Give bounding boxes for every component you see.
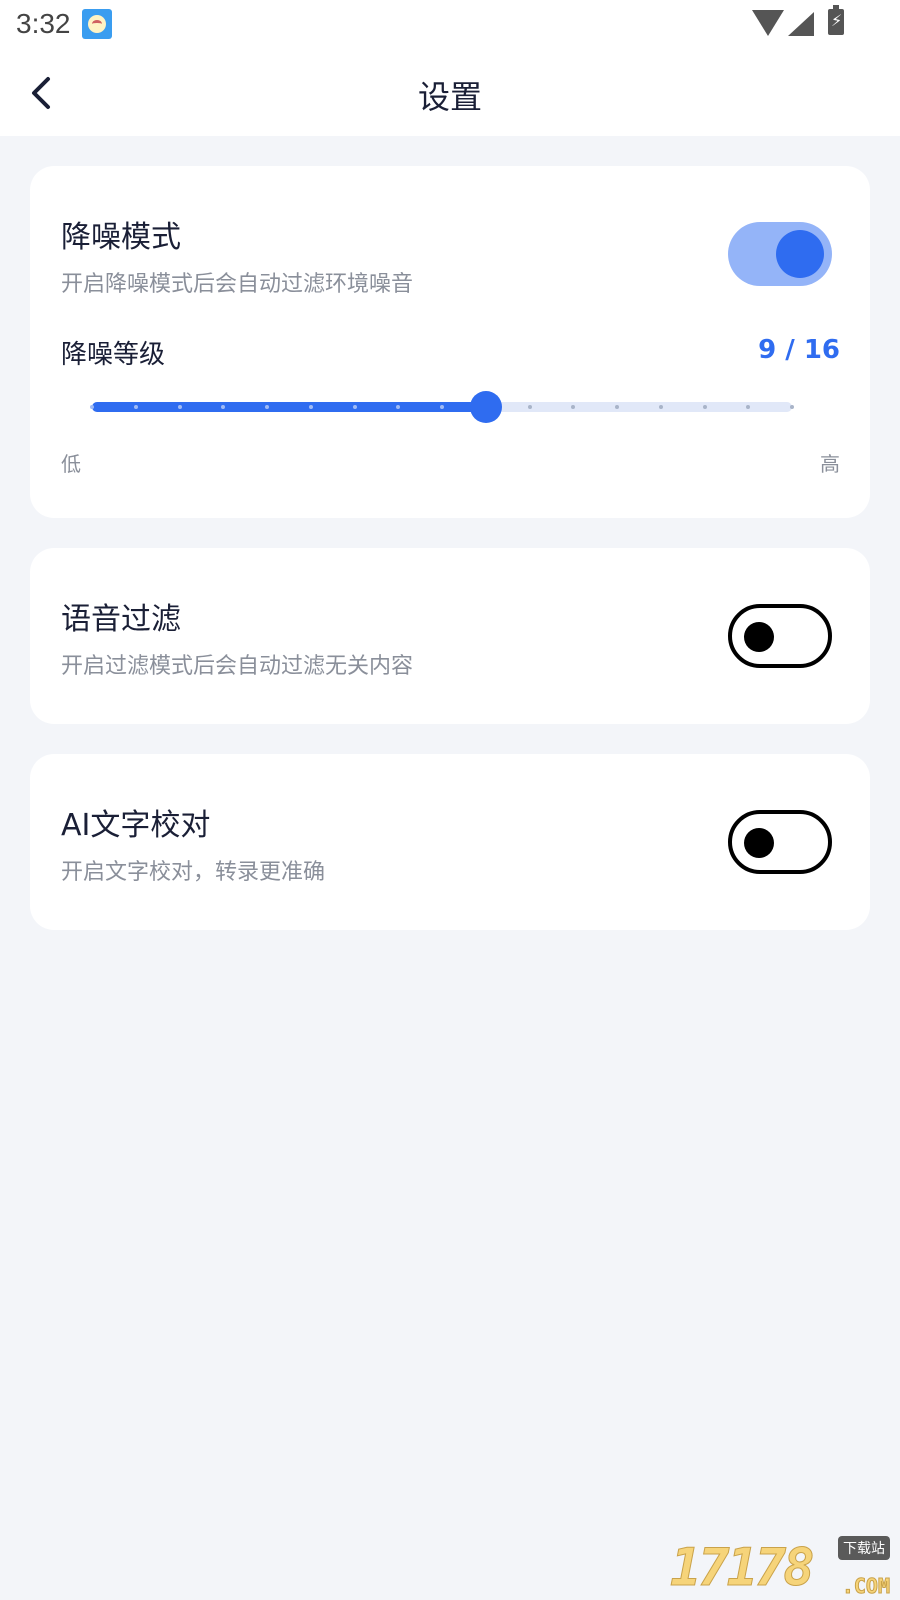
watermark-domain: .COM <box>841 1574 890 1599</box>
slider-step-dot <box>615 405 619 409</box>
voice-filter-title: 语音过滤 <box>61 602 181 637</box>
voice-filter-card: 语音过滤 开启过滤模式后会自动过滤无关内容 <box>30 548 870 724</box>
slider-thumb[interactable] <box>469 391 502 423</box>
slider-step-dot <box>133 405 138 409</box>
slider-step-dot <box>790 405 794 409</box>
noise-reduction-toggle[interactable] <box>728 222 832 286</box>
level-high-label: 高 <box>820 452 840 476</box>
bird-app-icon <box>82 9 112 39</box>
noise-level-slider[interactable] <box>90 391 794 423</box>
slider-step-dot <box>308 405 313 409</box>
slider-step-dot <box>352 405 357 409</box>
status-bar: 3:32 ⚡ <box>0 0 900 50</box>
ai-proofread-title: AI文字校对 <box>61 808 211 843</box>
noise-reduction-card: 降噪模式 开启降噪模式后会自动过滤环境噪音 降噪等级 9 / 16 低 高 <box>30 166 870 518</box>
ai-proofread-toggle[interactable] <box>728 810 832 874</box>
cell-signal-icon <box>788 12 814 36</box>
battery-bolt: ⚡ <box>831 11 843 30</box>
slider-step-dot <box>702 405 707 409</box>
slider-step-dot <box>90 405 94 409</box>
toggle-knob <box>744 622 774 652</box>
slider-step-dot <box>527 405 532 409</box>
slider-step-dot <box>177 405 182 409</box>
slider-step-dot <box>658 405 663 409</box>
watermark-badge: 下载站 <box>838 1536 890 1560</box>
wifi-icon <box>752 10 784 36</box>
slider-fill <box>92 402 486 412</box>
voice-filter-description: 开启过滤模式后会自动过滤无关内容 <box>61 654 414 679</box>
noise-level-label: 降噪等级 <box>61 340 166 370</box>
site-watermark: 17178 下载站 .COM <box>670 1536 891 1599</box>
slider-step-dot <box>265 405 269 409</box>
watermark-digits: 17178 <box>670 1538 816 1599</box>
toggle-knob <box>776 230 824 278</box>
noise-reduction-title: 降噪模式 <box>61 220 181 255</box>
ai-proofread-description: 开启文字校对，转录更准确 <box>61 860 326 885</box>
level-low-label: 低 <box>61 452 81 476</box>
battery-charging-icon: ⚡ <box>828 5 844 35</box>
ai-proofread-card: AI文字校对 开启文字校对，转录更准确 <box>30 754 870 930</box>
noise-level-value: 9 / 16 <box>758 335 840 365</box>
slider-step-dot <box>440 405 444 409</box>
noise-reduction-description: 开启降噪模式后会自动过滤环境噪音 <box>61 272 414 297</box>
app-header: 设置 <box>0 50 900 136</box>
page-title: 设置 <box>417 78 482 116</box>
status-time: 3:32 <box>16 8 71 39</box>
voice-filter-toggle[interactable] <box>728 604 832 668</box>
toggle-knob <box>744 828 774 858</box>
